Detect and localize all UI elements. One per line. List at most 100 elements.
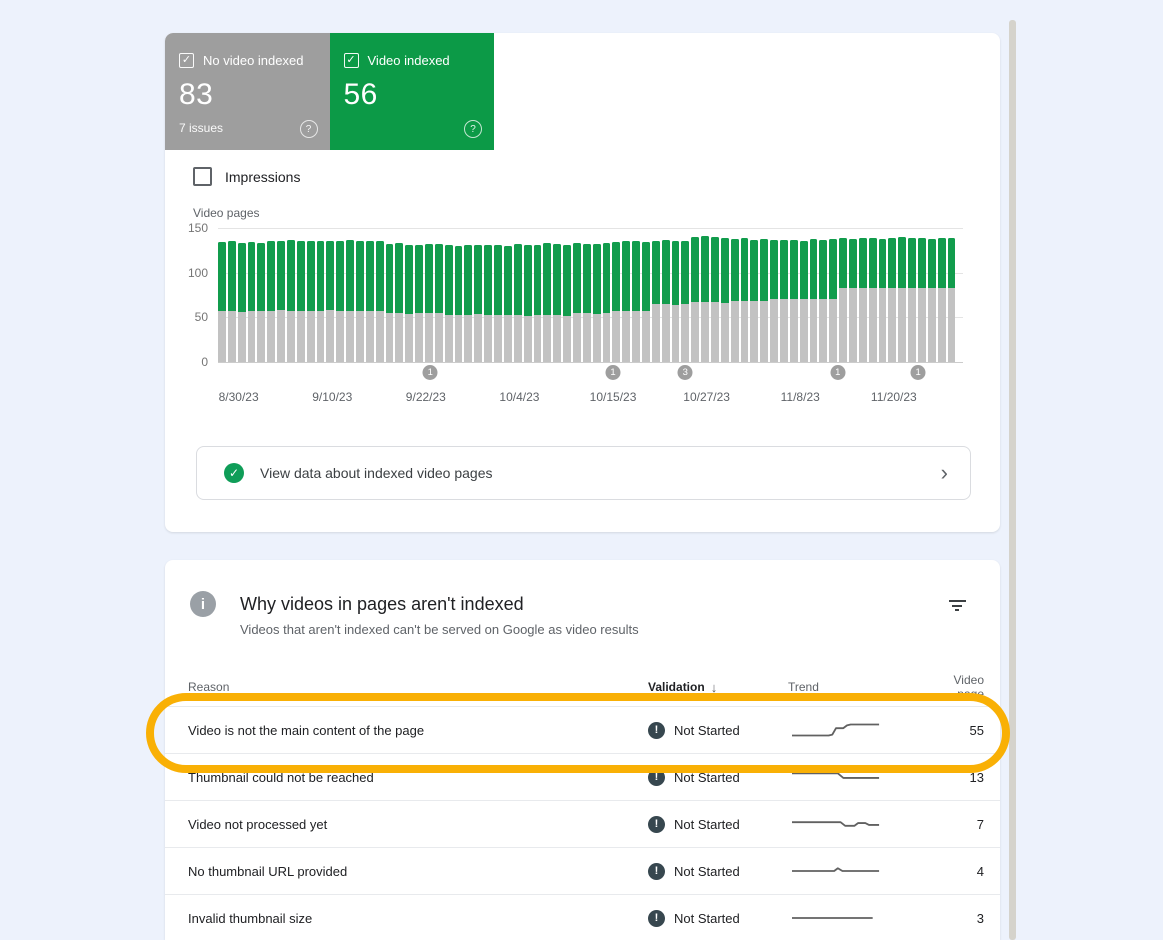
bar[interactable] — [386, 244, 394, 362]
bar[interactable] — [415, 245, 423, 362]
summary-tile-no-video-indexed[interactable]: ✓ No video indexed 83 7 issues ? — [165, 33, 330, 150]
bar[interactable] — [435, 244, 443, 362]
bar[interactable] — [810, 239, 818, 362]
bar[interactable] — [612, 242, 620, 362]
vertical-scrollbar[interactable] — [1009, 20, 1016, 940]
bar[interactable] — [534, 245, 542, 362]
bar[interactable] — [543, 243, 551, 362]
bar[interactable] — [681, 241, 689, 362]
bar[interactable] — [248, 242, 256, 362]
view-indexed-data-banner[interactable]: ✓ View data about indexed video pages › — [196, 446, 971, 500]
bar[interactable] — [829, 239, 837, 362]
column-header-trend[interactable]: Trend — [788, 680, 924, 694]
bar[interactable] — [632, 241, 640, 362]
bar[interactable] — [662, 240, 670, 362]
annotation-badge[interactable]: 1 — [830, 365, 845, 380]
bar[interactable] — [317, 241, 325, 362]
bar[interactable] — [297, 241, 305, 362]
help-icon[interactable]: ? — [464, 120, 482, 138]
bar[interactable] — [455, 246, 463, 362]
bar[interactable] — [494, 245, 502, 362]
bar[interactable] — [780, 240, 788, 362]
bar[interactable] — [257, 243, 265, 362]
bar[interactable] — [642, 242, 650, 362]
issue-row[interactable]: No thumbnail URL provided!Not Started4 — [165, 847, 1000, 894]
bar[interactable] — [524, 245, 532, 362]
bar[interactable] — [405, 245, 413, 362]
checkbox-checked-icon[interactable]: ✓ — [179, 53, 194, 68]
bar[interactable] — [583, 244, 591, 362]
bar[interactable] — [336, 241, 344, 362]
bar[interactable] — [701, 236, 709, 362]
bar[interactable] — [464, 245, 472, 362]
bar[interactable] — [760, 239, 768, 362]
bar[interactable] — [376, 241, 384, 362]
bar[interactable] — [228, 241, 236, 362]
bar[interactable] — [819, 240, 827, 362]
bar[interactable] — [366, 241, 374, 362]
bar[interactable] — [928, 239, 936, 362]
bar[interactable] — [790, 240, 798, 362]
bar[interactable] — [691, 237, 699, 362]
bar[interactable] — [839, 238, 847, 362]
bar[interactable] — [504, 246, 512, 362]
bar[interactable] — [869, 238, 877, 362]
bar[interactable] — [898, 237, 906, 362]
bar[interactable] — [731, 239, 739, 362]
checkbox-checked-icon[interactable]: ✓ — [344, 53, 359, 68]
summary-tile-video-indexed[interactable]: ✓ Video indexed 56 ? — [330, 33, 495, 150]
bar[interactable] — [593, 244, 601, 362]
bar[interactable] — [652, 241, 660, 362]
bar[interactable] — [287, 240, 295, 362]
column-header-video-page[interactable]: Video page — [924, 673, 984, 701]
bar[interactable] — [741, 238, 749, 362]
bar[interactable] — [948, 238, 956, 362]
column-header-validation[interactable]: Validation ↓ — [648, 680, 788, 695]
bar[interactable] — [711, 237, 719, 362]
bar[interactable] — [849, 239, 857, 362]
bar[interactable] — [356, 241, 364, 362]
bar[interactable] — [445, 245, 453, 362]
column-header-reason[interactable]: Reason — [188, 680, 648, 694]
help-icon[interactable]: ? — [300, 120, 318, 138]
bar[interactable] — [918, 238, 926, 362]
bar[interactable] — [879, 239, 887, 362]
checkbox-unchecked-icon[interactable] — [193, 167, 212, 186]
bar[interactable] — [425, 244, 433, 362]
bar[interactable] — [484, 245, 492, 362]
bar[interactable] — [474, 245, 482, 362]
bar[interactable] — [238, 243, 246, 362]
bar[interactable] — [277, 241, 285, 362]
bar[interactable] — [770, 240, 778, 362]
bar[interactable] — [326, 241, 334, 362]
bar[interactable] — [346, 240, 354, 362]
bar[interactable] — [750, 240, 758, 362]
bar[interactable] — [563, 245, 571, 362]
bar[interactable] — [553, 244, 561, 362]
issue-row[interactable]: Video is not the main content of the pag… — [165, 706, 1000, 753]
bar[interactable] — [672, 241, 680, 362]
bar[interactable] — [859, 238, 867, 362]
issue-row[interactable]: Thumbnail could not be reached!Not Start… — [165, 753, 1000, 800]
impressions-toggle[interactable]: Impressions — [193, 167, 300, 186]
issue-row[interactable]: Invalid thumbnail size!Not Started3 — [165, 894, 1000, 940]
bar[interactable] — [307, 241, 315, 362]
annotation-badge[interactable]: 3 — [678, 365, 693, 380]
bar[interactable] — [908, 238, 916, 362]
bar[interactable] — [938, 238, 946, 362]
bar[interactable] — [395, 243, 403, 362]
annotation-badge[interactable]: 1 — [423, 365, 438, 380]
issue-row[interactable]: Video not processed yet!Not Started7 — [165, 800, 1000, 847]
bar[interactable] — [267, 241, 275, 362]
bar[interactable] — [888, 238, 896, 362]
bar[interactable] — [573, 243, 581, 362]
bar[interactable] — [514, 244, 522, 362]
bar[interactable] — [218, 242, 226, 362]
bar[interactable] — [800, 241, 808, 362]
annotation-badge[interactable]: 1 — [911, 365, 926, 380]
bar[interactable] — [721, 238, 729, 362]
bar[interactable] — [603, 243, 611, 362]
filter-icon[interactable] — [947, 600, 967, 614]
bar[interactable] — [622, 241, 630, 362]
annotation-badge[interactable]: 1 — [606, 365, 621, 380]
